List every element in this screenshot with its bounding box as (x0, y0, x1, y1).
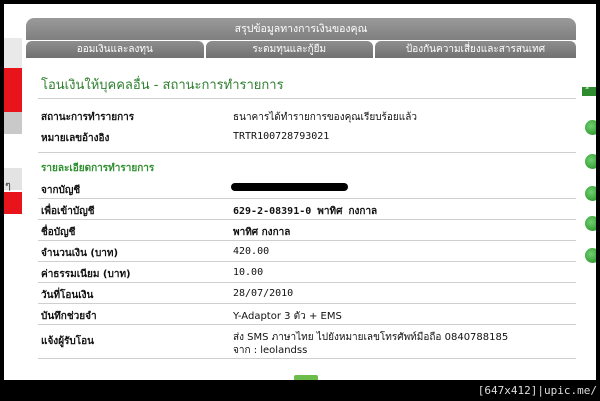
green-circle-icon[interactable] (585, 154, 596, 169)
left-strip-red-block[interactable] (4, 68, 22, 112)
status-label: สถานะการทำรายการ (41, 112, 135, 123)
divider (38, 303, 576, 304)
green-circle-icon[interactable] (585, 248, 596, 263)
memo-label: บันทึกช่วยจำ (41, 311, 97, 322)
right-strip-badge: ื่ (582, 87, 596, 96)
right-sidebar-strip: ื่ (582, 4, 596, 380)
notify-recipient-label: แจ้งผู้รับโอน (41, 336, 94, 347)
memo-value: Y-Adaptor 3 ตัว + EMS (233, 311, 342, 322)
green-circle-icon[interactable] (585, 216, 596, 231)
tab-funding-borrowing[interactable]: ระดมทุนและกู้ยืม (205, 41, 374, 59)
divider (38, 219, 576, 220)
from-account-label: จากบัญชี (41, 185, 81, 196)
divider (38, 240, 576, 241)
green-action-button[interactable] (294, 375, 318, 380)
divider (38, 198, 576, 199)
tab-risk-protection[interactable]: ป้องกันความเสี่ยงและสารสนเทศ (375, 41, 576, 59)
tab-savings-investment[interactable]: ออมเงินและลงทุน (26, 41, 204, 59)
amount-label: จำนวนเงิน (บาท) (41, 248, 119, 259)
main-panel: สรุปข้อมูลทางการเงินของคุณ ออมเงินและลงท… (26, 18, 576, 380)
reference-label: หมายเลขอ้างอิง (41, 133, 110, 144)
left-strip-gray-block (4, 112, 22, 134)
section-title: รายละเอียดการทำรายการ (41, 163, 155, 174)
transfer-date-label: วันที่โอนเงิน (41, 290, 94, 301)
amount-value: 420.00 (233, 246, 270, 257)
notify-line-2: จาก : leolandss (233, 345, 308, 356)
content-area: โอนเงินให้บุคคลอื่น - สถานะการทำรายการ ส… (26, 58, 576, 380)
green-circle-icon[interactable] (585, 120, 596, 135)
left-sidebar-strip: ๆ (4, 4, 22, 380)
status-value: ธนาคารได้ทำรายการของคุณเรียบร้อยแล้ว (233, 112, 417, 123)
to-account-label: เพื่อเข้าบัญชี (41, 206, 95, 217)
transfer-date-value: 28/07/2010 (233, 288, 294, 299)
green-circle-icon[interactable] (585, 186, 596, 201)
account-name-label: ชื่อบัญชี (41, 227, 76, 238)
page-title: โอนเงินให้บุคคลอื่น - สถานะการทำรายการ (41, 78, 284, 93)
divider (38, 261, 576, 262)
redacted-account (231, 183, 348, 191)
screenshot-frame: ๆ สรุปข้อมูลทางการเงินของคุณ ออมเงินและล… (4, 4, 596, 380)
account-name-value: พาทิศ กงกาล (233, 227, 291, 238)
summary-title-bar: สรุปข้อมูลทางการเงินของคุณ (26, 18, 576, 40)
divider (38, 98, 576, 99)
to-account-value: 629-2-08391-0 พาทิศ กงกาล (233, 206, 378, 217)
left-strip-gray-block (4, 38, 22, 68)
fee-value: 10.00 (233, 267, 264, 278)
fee-label: ค่าธรรมเนียม (บาท) (41, 269, 131, 280)
divider (38, 152, 576, 153)
watermark-text: [647x412]|upic.me/ (477, 384, 597, 397)
divider (38, 358, 576, 359)
left-strip-red-block[interactable] (4, 192, 22, 214)
divider (38, 324, 576, 325)
divider (38, 282, 576, 283)
reference-value: TRTR100728793021 (233, 131, 330, 142)
tab-bar: ออมเงินและลงทุน ระดมทุนและกู้ยืม ป้องกัน… (26, 41, 576, 59)
